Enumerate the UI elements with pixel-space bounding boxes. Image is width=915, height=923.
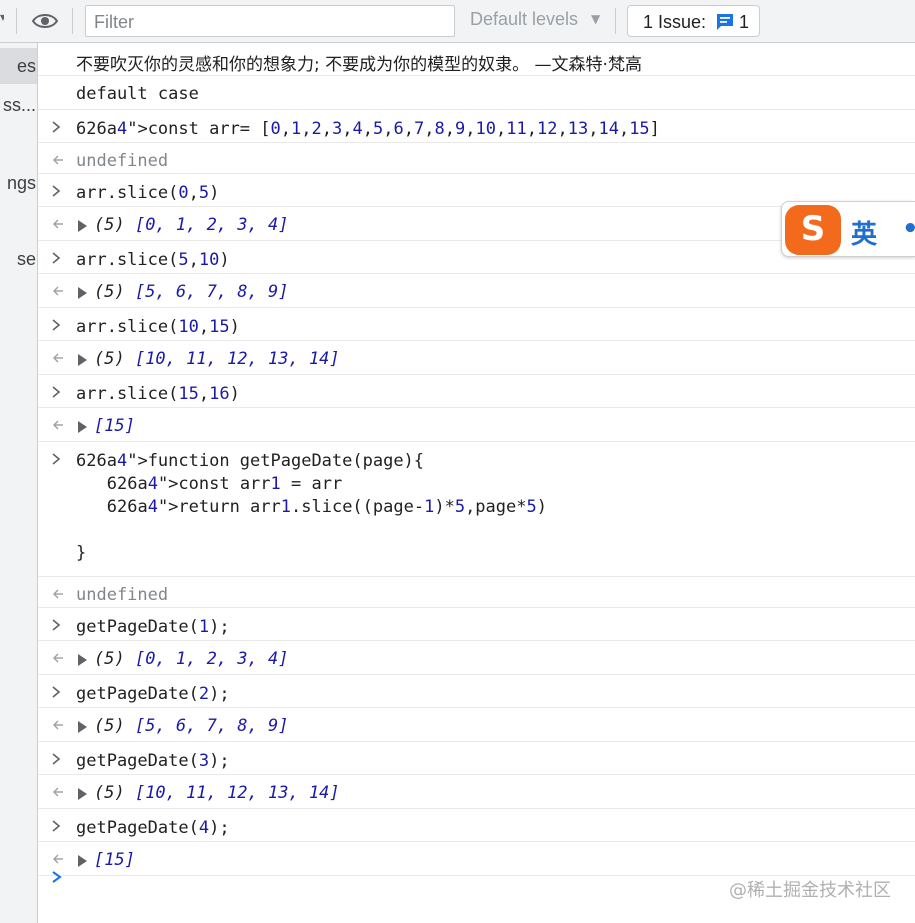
console-input-text: arr.slice(10,15) — [76, 317, 240, 337]
console-output-row: [15] — [38, 842, 915, 876]
console-array-result: (5) [0, 1, 2, 3, 4] — [94, 649, 289, 669]
console-array-result: (5) [5, 6, 7, 8, 9] — [94, 716, 289, 736]
expand-triangle-icon[interactable] — [78, 421, 87, 433]
input-prompt-icon — [51, 384, 67, 400]
issues-label: 1 Issue: — [643, 12, 707, 32]
console-output-row: (5) [5, 6, 7, 8, 9] — [38, 274, 915, 308]
console-array-result: (5) [5, 6, 7, 8, 9] — [94, 282, 289, 302]
toolbar-divider — [72, 8, 73, 34]
console-input-text: getPageDate(1); — [76, 617, 230, 637]
toolbar-divider — [615, 8, 616, 34]
console-input-row: getPageDate(2); — [38, 675, 915, 708]
toolbar-divider — [16, 8, 17, 34]
input-prompt-icon — [51, 684, 67, 700]
console-output[interactable]: 不要吹灭你的灵感和你的想象力; 不要成为你的模型的奴隶。 —文森特·梵高 def… — [38, 43, 915, 923]
console-input-text: arr.slice(15,16) — [76, 384, 240, 404]
console-input-text: getPageDate(3); — [76, 751, 230, 771]
sidebar-item-label: ss... — [2, 95, 36, 115]
console-output-row: undefined — [38, 143, 915, 174]
input-prompt-icon — [51, 119, 67, 135]
watermark: @稀土掘金技术社区 — [729, 880, 891, 901]
input-prompt-icon — [51, 183, 67, 199]
result-arrow-icon — [51, 851, 67, 867]
input-prompt-icon — [51, 317, 67, 333]
sidebar-item-errors[interactable]: ss... — [0, 87, 37, 123]
dropdown-arrow-icon[interactable]: ▼ — [591, 12, 600, 26]
input-prompt-icon — [51, 250, 67, 266]
message-icon — [716, 13, 734, 31]
input-prompt-icon — [51, 818, 67, 834]
expand-triangle-icon[interactable] — [78, 654, 87, 666]
ime-dot: • — [902, 214, 915, 244]
console-array-result: [15] — [94, 416, 135, 436]
result-arrow-icon — [51, 350, 67, 366]
log-message: default case — [38, 76, 915, 110]
expand-triangle-icon[interactable] — [78, 287, 87, 299]
console-output-row: [15] — [38, 408, 915, 442]
expand-triangle-icon[interactable] — [78, 220, 87, 232]
result-arrow-icon — [51, 784, 67, 800]
console-input-text: 626a4">function getPageDate(page){ 626a4… — [76, 451, 547, 563]
chevron-down-icon[interactable]: ▾ — [0, 10, 4, 30]
issues-button[interactable]: 1 Issue: 1 — [627, 5, 760, 37]
filter-input[interactable]: Filter — [85, 5, 455, 37]
console-input-text: arr.slice(0,5) — [76, 183, 220, 203]
console-input-row: getPageDate(4); — [38, 809, 915, 842]
console-input-row: arr.slice(10,15) — [38, 308, 915, 341]
input-prompt-icon — [51, 451, 67, 467]
console-output-row: (5) [10, 11, 12, 13, 14] — [38, 775, 915, 809]
console-array-result: (5) [0, 1, 2, 3, 4] — [94, 215, 289, 235]
sidebar-item-warnings[interactable]: ngs — [0, 165, 37, 201]
sidebar-item-label: ngs — [6, 173, 36, 193]
console-input-text: 626a4">const arr= [0,1,2,3,4,5,6,7,8,9,1… — [76, 119, 660, 139]
ime-mode-label[interactable]: 英 — [851, 214, 877, 251]
console-prompt-icon[interactable] — [51, 869, 63, 888]
console-result-text: undefined — [76, 151, 169, 171]
console-sidebar: es ss... ngs se — [0, 43, 38, 923]
result-arrow-icon — [51, 586, 67, 602]
ime-toolbar[interactable]: S 英 • — [781, 201, 915, 257]
console-array-result: (5) [10, 11, 12, 13, 14] — [94, 349, 340, 369]
console-input-text: arr.slice(5,10) — [76, 250, 230, 270]
console-input-text: getPageDate(4); — [76, 818, 230, 838]
console-input-row: arr.slice(15,16) — [38, 375, 915, 408]
console-output-row: (5) [10, 11, 12, 13, 14] — [38, 341, 915, 375]
result-arrow-icon — [51, 650, 67, 666]
sidebar-item-label: es — [16, 56, 36, 76]
quote-text: 不要吹灭你的灵感和你的想象力; 不要成为你的模型的奴隶。 —文森特·梵高 — [76, 55, 642, 75]
console-input-row: 626a4">function getPageDate(page){ 626a4… — [38, 442, 915, 577]
result-arrow-icon — [51, 216, 67, 232]
console-output-row: (5) [5, 6, 7, 8, 9] — [38, 708, 915, 742]
console-output-row: undefined — [38, 577, 915, 608]
result-arrow-icon — [51, 283, 67, 299]
expand-triangle-icon[interactable] — [78, 788, 87, 800]
expand-triangle-icon[interactable] — [78, 855, 87, 867]
result-arrow-icon — [51, 152, 67, 168]
expand-triangle-icon[interactable] — [78, 354, 87, 366]
console-input-row: getPageDate(1); — [38, 608, 915, 641]
input-prompt-icon — [51, 751, 67, 767]
issues-count: 1 — [739, 12, 750, 32]
console-toolbar: ▾ Filter Default levels ▼ 1 Issue: 1 — [0, 0, 915, 43]
console-array-result: [15] — [94, 850, 135, 870]
result-arrow-icon — [51, 417, 67, 433]
sidebar-item-label: se — [16, 249, 36, 269]
log-levels-dropdown[interactable]: Default levels — [470, 9, 578, 30]
sidebar-item-verbose[interactable]: se — [0, 241, 37, 277]
console-input-row: 626a4">const arr= [0,1,2,3,4,5,6,7,8,9,1… — [38, 110, 915, 143]
sidebar-item-messages[interactable]: es — [0, 48, 37, 84]
console-result-text: undefined — [76, 585, 169, 605]
log-message: 不要吹灭你的灵感和你的想象力; 不要成为你的模型的奴隶。 —文森特·梵高 — [38, 43, 915, 76]
result-arrow-icon — [51, 717, 67, 733]
console-output-row: (5) [0, 1, 2, 3, 4] — [38, 641, 915, 675]
default-case-text: default case — [76, 84, 199, 104]
input-prompt-icon — [51, 617, 67, 633]
sogou-logo-icon: S — [785, 205, 841, 255]
console-array-result: (5) [10, 11, 12, 13, 14] — [94, 783, 340, 803]
eye-icon[interactable] — [31, 11, 59, 31]
expand-triangle-icon[interactable] — [78, 721, 87, 733]
console-input-text: getPageDate(2); — [76, 684, 230, 704]
console-input-row: getPageDate(3); — [38, 742, 915, 775]
